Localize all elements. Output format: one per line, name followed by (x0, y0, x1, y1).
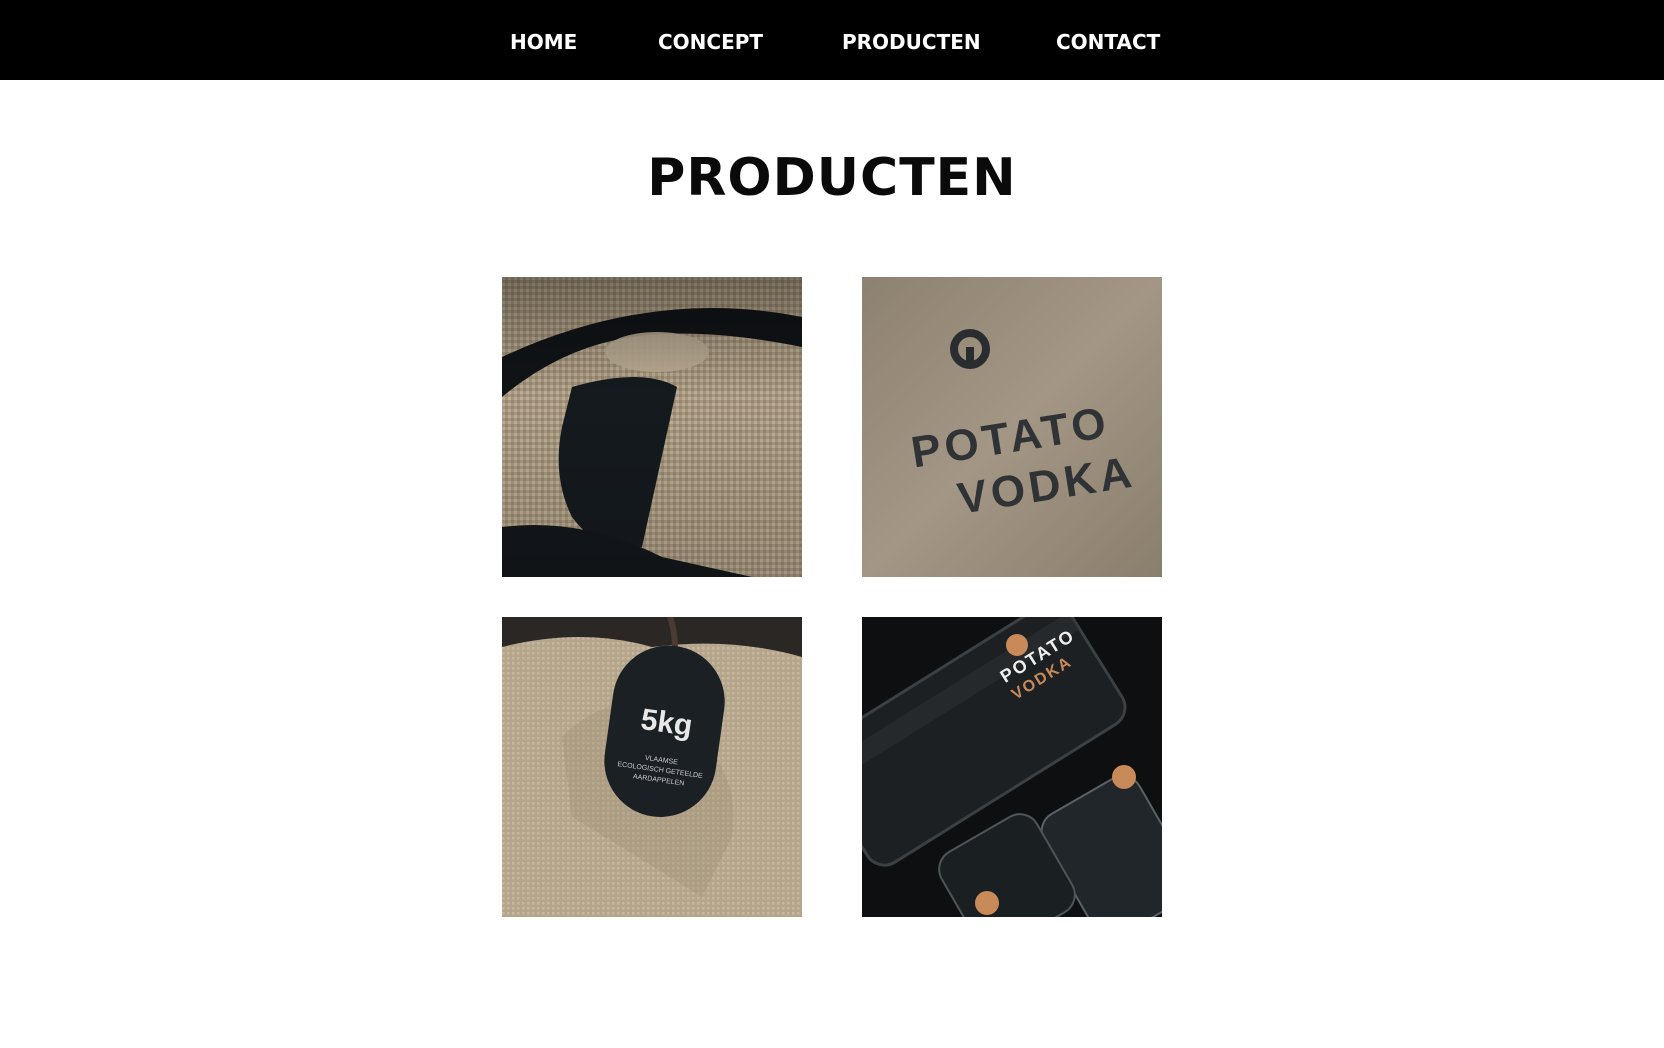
nav-contact-link[interactable]: CONTACT (1056, 0, 1160, 80)
nav-producten-link[interactable]: PRODUCTEN (842, 0, 981, 80)
nav-home-link[interactable]: HOME (510, 0, 577, 80)
nav-concept-link[interactable]: CONCEPT (658, 0, 763, 80)
top-navigation-bar: HOME CONCEPT PRODUCTEN CONTACT (0, 0, 1664, 80)
product-image-sack-tag[interactable]: 5kg VLAAMSE ECOLOGISCH GETEELDE AARDAPPE… (502, 617, 802, 917)
burlap-logo-photo (502, 277, 802, 577)
potato-vodka-stamp-photo: POTATO VODKA (862, 277, 1162, 577)
burlap-sack-tag-photo: 5kg VLAAMSE ECOLOGISCH GETEELDE AARDAPPE… (502, 617, 802, 917)
product-image-bottle-glasses[interactable]: POTATO VODKA (862, 617, 1162, 917)
product-image-burlap-logo[interactable] (502, 277, 802, 577)
vodka-bottle-glasses-photo: POTATO VODKA (862, 617, 1162, 917)
page-title: PRODUCTEN (647, 148, 1017, 208)
product-image-potato-vodka-stamp[interactable]: POTATO VODKA (862, 277, 1162, 577)
